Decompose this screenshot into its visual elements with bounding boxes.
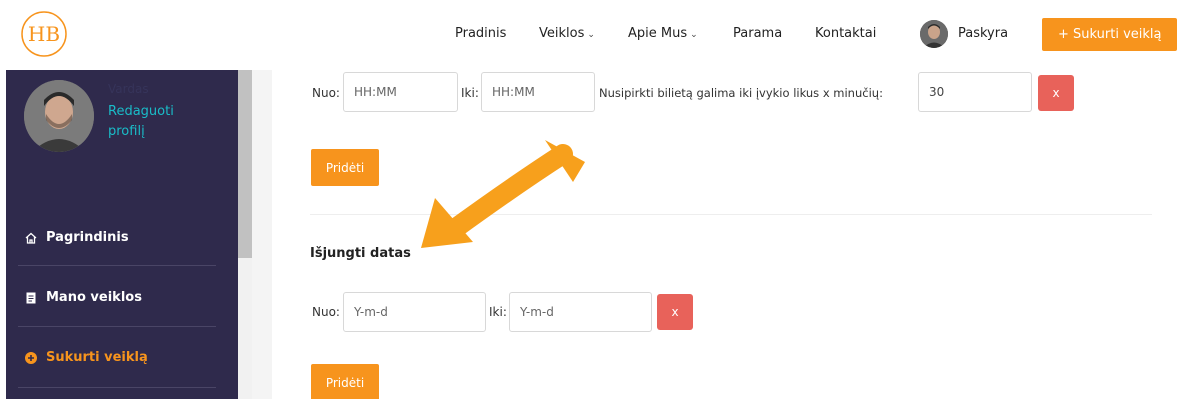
disable-dates-title: Išjungti datas: [310, 246, 411, 261]
document-icon: [24, 290, 38, 304]
chevron-down-icon: ⌄: [690, 30, 698, 40]
plus-circle-icon: [24, 350, 38, 364]
date-to-input[interactable]: [509, 292, 652, 332]
remove-time-button[interactable]: x: [1038, 75, 1074, 111]
sidebar-item-label: Mano veiklos: [46, 290, 142, 305]
sidebar-item-sukurti-veikla[interactable]: Sukurti veiklą: [6, 328, 238, 388]
nav-pradinis[interactable]: Pradinis: [455, 26, 506, 41]
time-to-input[interactable]: [481, 72, 595, 112]
sidebar-item-pagrindinis[interactable]: Pagrindinis: [6, 208, 238, 268]
sidebar-divider: [18, 326, 216, 327]
sidebar-divider: [18, 387, 216, 388]
top-navbar: HB Pradinis Veiklos ⌄ Apie Mus ⌄ Parama Ko…: [0, 0, 1177, 70]
scrollbar-thumb[interactable]: [238, 70, 252, 258]
add-date-button[interactable]: Pridėti: [311, 364, 379, 399]
sidebar-item-label: Pagrindinis: [46, 230, 129, 245]
remove-date-button[interactable]: x: [657, 294, 693, 330]
nav-parama[interactable]: Parama: [733, 26, 782, 41]
brand-logo[interactable]: HB: [20, 10, 68, 58]
svg-text:HB: HB: [28, 22, 60, 46]
create-activity-button[interactable]: + Sukurti veiklą: [1042, 18, 1177, 51]
home-icon: [24, 230, 38, 244]
nav-apie-mus[interactable]: Apie Mus ⌄: [628, 26, 698, 41]
sidebar-divider: [18, 265, 216, 266]
profile-avatar: [24, 80, 94, 152]
main-content: [252, 70, 1177, 399]
date-from-label: Nuo:: [312, 305, 340, 319]
time-from-input[interactable]: [343, 72, 458, 112]
ticket-cutoff-label: Nusipirkti bilietą galima iki įvykio lik…: [599, 86, 883, 100]
edit-profile-link[interactable]: Redaguoti profilį: [108, 102, 208, 142]
sidebar: Vardas Redaguoti profilį Pagrindinis Man…: [6, 70, 238, 399]
time-from-label: Nuo:: [312, 86, 340, 100]
arrow-annotation-icon: [421, 140, 585, 248]
nav-kontaktai[interactable]: Kontaktai: [815, 26, 876, 41]
account-avatar[interactable]: [920, 20, 948, 48]
sidebar-item-label: Sukurti veiklą: [46, 350, 148, 365]
profile-name: Vardas: [108, 82, 149, 96]
time-to-label: Iki:: [461, 86, 479, 100]
nav-veiklos[interactable]: Veiklos ⌄: [539, 26, 595, 41]
nav-paskyra[interactable]: Paskyra: [958, 26, 1008, 41]
sidebar-item-mano-veiklos[interactable]: Mano veiklos: [6, 268, 238, 328]
ticket-cutoff-input[interactable]: [918, 72, 1032, 112]
date-to-label: Iki:: [489, 305, 507, 319]
date-from-input[interactable]: [343, 292, 486, 332]
chevron-down-icon: ⌄: [587, 30, 595, 40]
add-time-button[interactable]: Pridėti: [311, 149, 379, 186]
